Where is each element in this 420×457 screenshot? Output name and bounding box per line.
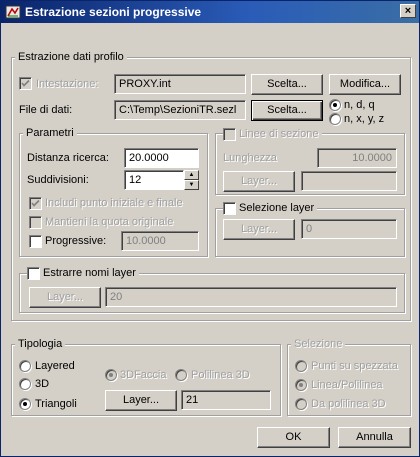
radio-dot-icon	[333, 103, 337, 107]
selection-points-label: Punti su spezzata	[311, 360, 398, 372]
layer-selection-field: 0	[301, 219, 397, 239]
selection-polyline-radio[interactable]	[295, 379, 307, 391]
typology-group-label: Tipologia	[15, 338, 66, 350]
3dface-radio[interactable]	[105, 369, 117, 381]
selection-group-label: Selezione	[291, 338, 346, 350]
section-lines-label: Linee di sezione	[236, 128, 322, 140]
params-group-label: Parametri	[23, 127, 77, 139]
radio-dot-icon	[23, 402, 27, 406]
search-distance-input[interactable]: 20.0000	[124, 148, 199, 168]
ok-button[interactable]: OK	[257, 427, 330, 448]
window-title: Estrazione sezioni progressive	[25, 5, 202, 19]
selection-polyline-label: Linea/Polilinea	[311, 379, 383, 391]
length-input[interactable]: 10.0000	[317, 148, 397, 168]
cancel-button[interactable]: Annulla	[338, 427, 411, 448]
section-lines-checkbox[interactable]	[223, 128, 236, 141]
spin-up-icon[interactable]: ▲	[184, 170, 199, 180]
close-button[interactable]: ×	[400, 4, 416, 18]
progressive-label: Progressive:	[45, 235, 107, 247]
data-file-choose-button[interactable]: Scelta...	[251, 100, 323, 121]
progressive-input[interactable]: 10.0000	[121, 231, 199, 251]
extract-layer-names-field: 20	[105, 287, 397, 307]
data-file-field: C:\Temp\SezioniTR.sezl	[114, 100, 246, 120]
dialog-window: Estrazione sezioni progressive × Estrazi…	[0, 0, 420, 457]
format-ndq-radio[interactable]	[329, 99, 341, 111]
typology-layered-label: Layered	[35, 360, 75, 372]
profile-group-label: Estrazione dati profilo	[15, 51, 127, 63]
section-lines-layer-field	[301, 171, 397, 191]
extract-layer-names-label: Estrarre nomi layer	[40, 267, 139, 279]
extract-layer-names-button[interactable]: Layer...	[29, 287, 101, 308]
typology-triangles-radio[interactable]	[19, 398, 31, 410]
header-file-field: PROXY.int	[114, 74, 246, 94]
3dface-label: 3DFaccia	[120, 369, 167, 381]
selection-3dpolyline-label: Da polilinea 3D	[311, 398, 386, 410]
typology-3d-radio[interactable]	[19, 378, 31, 390]
selection-points-radio[interactable]	[295, 360, 307, 372]
check-mark-icon	[31, 199, 40, 207]
polyline3d-label: Polilinea 3D	[191, 369, 250, 381]
title-bar[interactable]: Estrazione sezioni progressive ×	[1, 1, 419, 23]
format-nxyz-radio[interactable]	[329, 113, 341, 125]
typology-triangles-label: Triangoli	[35, 398, 77, 410]
include-endpoints-checkbox[interactable]	[29, 197, 42, 210]
data-file-label: File di dati:	[19, 104, 73, 116]
check-mark-icon	[21, 79, 30, 87]
radio-dot-icon	[109, 373, 113, 377]
subdivisions-spinner[interactable]: ▲ ▼	[184, 170, 199, 190]
keep-elevation-label: Mantieni la quota originale	[45, 216, 174, 228]
subdivisions-label: Suddivisioni:	[27, 174, 89, 186]
typology-3d-label: 3D	[35, 378, 50, 390]
app-icon	[5, 5, 21, 19]
progressive-checkbox[interactable]	[29, 235, 42, 248]
radio-dot-icon	[299, 383, 303, 387]
length-label: Lunghezza	[223, 152, 277, 164]
format-ndq-label: n, d, q	[344, 99, 375, 111]
header-checkbox-label: Intestazione:	[36, 78, 99, 90]
section-lines-layer-button[interactable]: Layer...	[223, 171, 295, 192]
header-checkbox[interactable]	[19, 77, 32, 90]
extract-layer-names-checkbox[interactable]	[27, 267, 40, 280]
layer-selection-label: Selezione layer	[236, 202, 318, 214]
typology-layer-button[interactable]: Layer...	[105, 390, 177, 411]
typology-layered-radio[interactable]	[19, 360, 31, 372]
keep-elevation-checkbox[interactable]	[29, 216, 42, 229]
format-nxyz-label: n, x, y, z	[344, 113, 385, 125]
typology-layer-field: 21	[181, 390, 271, 410]
header-choose-button[interactable]: Scelta...	[251, 74, 323, 95]
polyline3d-radio[interactable]	[175, 369, 187, 381]
layer-selection-checkbox[interactable]	[223, 202, 236, 215]
search-distance-label: Distanza ricerca:	[27, 152, 109, 164]
include-endpoints-label: Includi punto iniziale e finale	[45, 197, 183, 209]
modify-button[interactable]: Modifica...	[329, 74, 401, 95]
subdivisions-input[interactable]: 12	[124, 170, 184, 190]
layer-selection-button[interactable]: Layer...	[223, 219, 295, 240]
spin-down-icon[interactable]: ▼	[184, 180, 199, 190]
selection-3dpolyline-radio[interactable]	[295, 398, 307, 410]
